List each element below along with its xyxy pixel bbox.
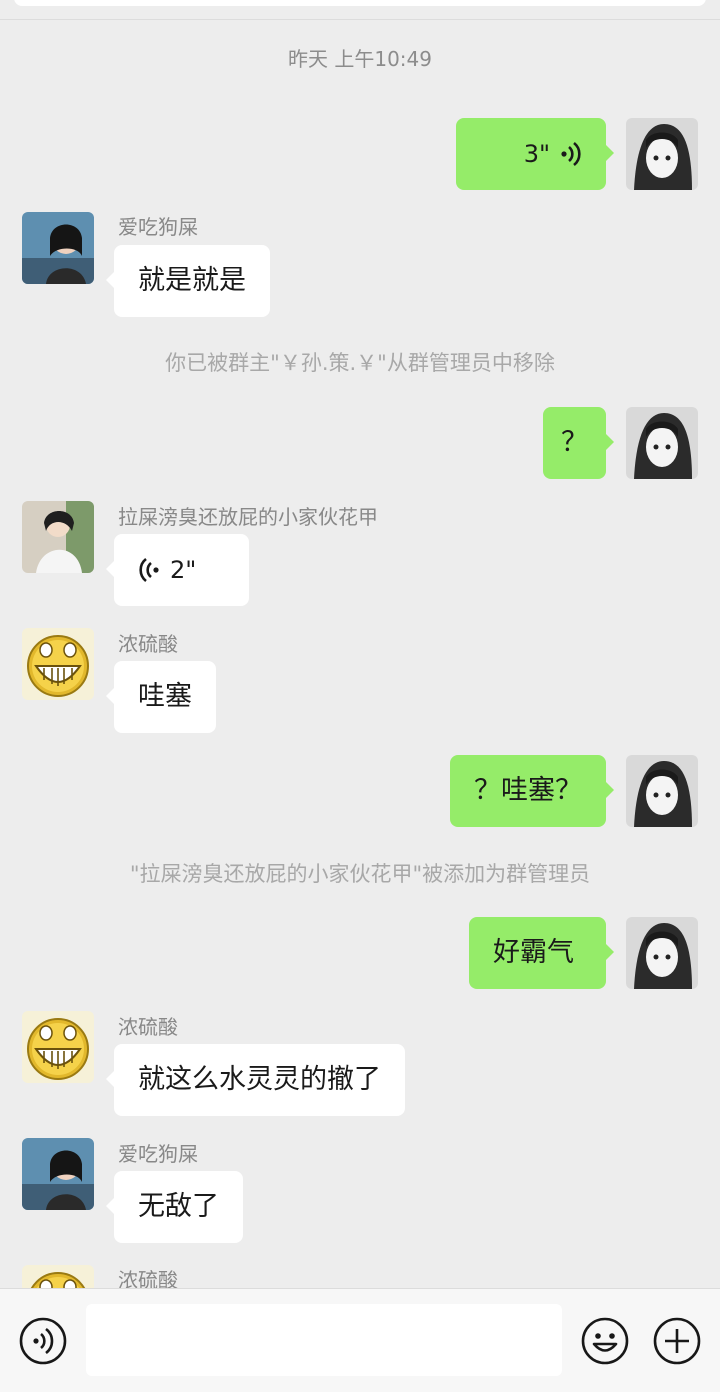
message-bubble-in[interactable]: 就这么水灵灵的撤了 [106,1044,405,1116]
previous-panel-edge [0,0,720,20]
message-bubble-out[interactable]: ？ [543,407,614,479]
voice-wave-icon [560,141,582,167]
message-input[interactable] [86,1304,562,1376]
message-bubble-out[interactable]: ？哇塞？ [450,755,614,827]
sender-avatar-aichigoushi[interactable] [22,212,94,284]
system-notice: 你已被群主"￥孙.策.￥"从群管理员中移除 [165,351,555,375]
sender-name: 浓硫酸 [118,1268,178,1288]
self-avatar[interactable] [626,755,698,827]
sender-avatar-nongliusuan[interactable] [22,1011,94,1083]
message-bubble-in[interactable]: 就是就是 [106,245,270,317]
header-card-edge [14,0,706,6]
self-avatar[interactable] [626,118,698,190]
plus-icon[interactable] [653,1317,701,1365]
sender-name: 爱吃狗屎 [118,215,198,239]
sender-avatar-aichigoushi[interactable] [22,1138,94,1210]
sender-name: 爱吃狗屎 [118,1142,198,1166]
voice-duration: 3" [523,140,550,168]
emoji-icon[interactable] [581,1317,629,1365]
sender-avatar-nongliusuan[interactable] [22,1265,94,1288]
voice-message-in[interactable]: 2" [106,534,249,606]
self-avatar[interactable] [626,407,698,479]
message-bubble-in[interactable]: 无敌了 [106,1171,243,1243]
message-bubble-in[interactable]: 哇塞 [106,661,216,733]
self-avatar[interactable] [626,917,698,989]
voice-message-out[interactable]: 3" [456,118,614,190]
chat-history[interactable]: 昨天 上午10:49 3" 爱吃狗屎 就是就是 你已被群主"￥孙.策.￥"从群管… [0,20,720,1288]
message-bubble-out[interactable]: 好霸气 [469,917,614,989]
sender-name: 浓硫酸 [118,1015,178,1039]
input-toolbar [0,1288,720,1392]
voice-duration: 2" [170,556,197,584]
sender-avatar-huajia[interactable] [22,501,94,573]
system-notice: "拉屎滂臭还放屁的小家伙花甲"被添加为群管理员 [129,862,591,886]
voice-wave-icon [138,557,160,583]
timestamp: 昨天 上午10:49 [288,47,432,71]
voice-input-icon[interactable] [19,1317,67,1365]
sender-avatar-nongliusuan[interactable] [22,628,94,700]
sender-name: 拉屎滂臭还放屁的小家伙花甲 [118,505,378,529]
sender-name: 浓硫酸 [118,632,178,656]
